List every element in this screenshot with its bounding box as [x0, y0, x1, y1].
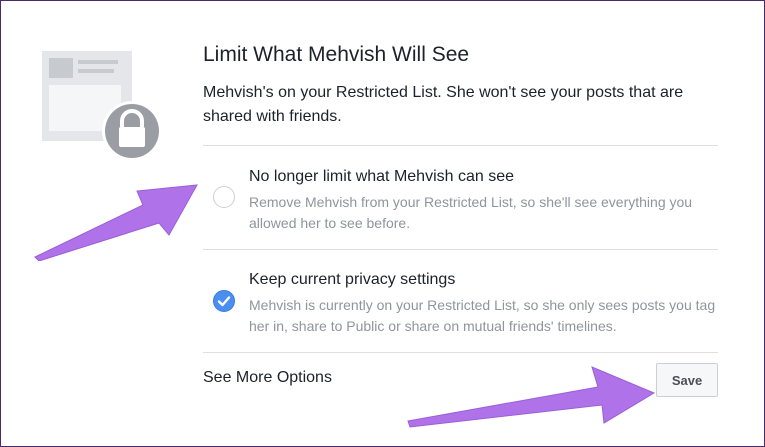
- option-title: No longer limit what Mehvish can see: [249, 168, 515, 185]
- dialog-title: Limit What Mehvish Will See: [203, 43, 470, 66]
- divider: [203, 249, 718, 250]
- divider: [203, 352, 718, 353]
- radio-checked[interactable]: [213, 290, 235, 312]
- dialog-frame: Limit What Mehvish Will See Mehvish's on…: [0, 0, 765, 447]
- annotation-arrow-icon: [34, 184, 198, 261]
- restricted-lock-icon: [42, 51, 162, 161]
- option-title: Keep current privacy settings: [249, 271, 456, 288]
- see-more-options-link[interactable]: See More Options: [203, 369, 332, 387]
- option-description: Remove Mehvish from your Restricted List…: [249, 194, 693, 231]
- divider: [203, 145, 718, 146]
- option-no-longer-limit[interactable]: No longer limit what Mehvish can see Rem…: [203, 168, 718, 254]
- option-keep-current[interactable]: Keep current privacy settings Mehvish is…: [203, 271, 718, 357]
- save-button[interactable]: Save: [656, 363, 718, 397]
- checkmark-icon: [217, 296, 231, 307]
- dialog-description: Mehvish's on your Restricted List. She w…: [203, 84, 684, 125]
- radio-unchecked[interactable]: [213, 186, 235, 208]
- annotation-arrow-icon: [407, 366, 656, 428]
- option-description: Mehvish is currently on your Restricted …: [249, 297, 716, 334]
